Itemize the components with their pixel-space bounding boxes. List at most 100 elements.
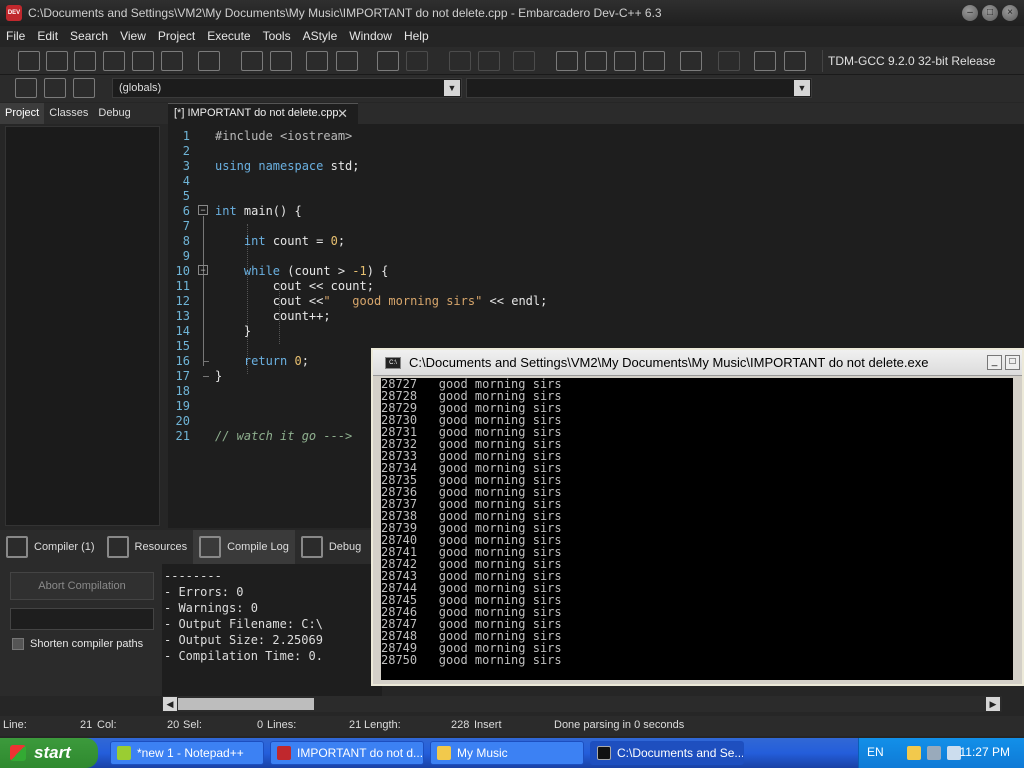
console-line: 28750 good morning sirs [381,653,562,667]
language-indicator[interactable]: EN [867,745,884,759]
menu-edit[interactable]: Edit [31,26,64,47]
profile-icon[interactable] [754,51,776,71]
task-devcpp[interactable]: IMPORTANT do not d... [270,741,424,765]
folder-icon [437,746,451,760]
fold-end-mark [203,361,209,362]
menu-view[interactable]: View [114,26,152,47]
close-tab-icon[interactable]: ✕ [337,104,348,123]
code-line-6: int main() { [215,204,302,218]
class-toolbar: (globals) ▼ ▼ [0,75,1024,102]
save-icon[interactable] [74,51,96,71]
replace-icon[interactable] [270,51,292,71]
new-file-icon[interactable] [18,51,40,71]
console-icon [597,746,611,760]
open-file-icon[interactable] [46,51,68,71]
restore-button[interactable]: □ [982,5,998,21]
console-output[interactable]: 28727 good morning sirs 28728 good mornin… [381,378,1013,680]
compile-run-icon[interactable] [614,51,636,71]
goto-bookmark-icon[interactable] [73,78,95,98]
save-all-icon[interactable] [103,51,125,71]
console-minimize-button[interactable]: _ [987,355,1002,370]
find-icon[interactable] [241,51,263,71]
task-notepadpp[interactable]: *new 1 - Notepad++ [110,741,264,765]
scroll-right-icon[interactable]: ▶ [986,697,1000,711]
resources-icon [106,536,129,558]
code-line-21: // watch it go ---> [215,429,353,443]
stop-execution-icon[interactable] [718,51,740,71]
undo-icon[interactable] [377,51,399,71]
close-all-icon[interactable] [161,51,183,71]
console-maximize-button[interactable]: □ [1005,355,1020,370]
line-number: 13 [175,309,190,323]
menu-execute[interactable]: Execute [201,26,256,47]
console-window[interactable]: C:\ C:\Documents and Settings\VM2\My Doc… [371,348,1024,686]
window-title: C:\Documents and Settings\VM2\My Documen… [28,6,662,20]
menu-window[interactable]: Window [343,26,398,47]
shorten-paths-checkbox[interactable] [12,638,24,650]
bar-chart-icon [199,536,222,558]
chevron-down-icon[interactable]: ▼ [794,80,810,96]
menu-file[interactable]: File [0,26,31,47]
insert-icon[interactable] [15,78,37,98]
tab-compile-log[interactable]: Compile Log [193,530,295,564]
clock[interactable]: 11:27 PM [960,745,1010,759]
tab-debug[interactable]: Debug [93,103,135,124]
toggle-bookmark-icon[interactable] [336,51,358,71]
print-icon[interactable] [198,51,220,71]
task-my-music[interactable]: My Music [430,741,584,765]
main-toolbar: TDM-GCC 9.2.0 32-bit Release [0,47,1024,75]
shorten-paths-option[interactable]: Shorten compiler paths [12,638,143,650]
close-button[interactable]: × [1002,5,1018,21]
compiler-set-select[interactable]: TDM-GCC 9.2.0 32-bit Release [822,50,1018,72]
goto-line-icon[interactable] [306,51,328,71]
tab-debug-bottom[interactable]: Debug [295,530,367,564]
dev-cpp-window: DEV C:\Documents and Settings\VM2\My Doc… [0,0,1024,768]
task-console[interactable]: C:\Documents and Se... [590,741,744,765]
scroll-left-icon[interactable]: ◀ [163,697,177,711]
delete-profile-icon[interactable] [784,51,806,71]
start-button[interactable]: start [0,738,98,768]
rebuild-all-icon[interactable] [643,51,665,71]
member-dropdown[interactable]: ▼ [466,78,812,98]
fold-toggle-icon[interactable]: − [198,265,208,275]
console-title-bar[interactable]: C:\ C:\Documents and Settings\VM2\My Doc… [373,350,1022,376]
menu-tools[interactable]: Tools [257,26,297,47]
scrollbar-thumb[interactable] [178,698,314,710]
tab-compile-log-label: Compile Log [227,541,289,553]
scope-dropdown[interactable]: (globals) ▼ [112,78,462,98]
close-file-icon[interactable] [132,51,154,71]
abort-compilation-button[interactable]: Abort Compilation [10,572,154,600]
line-number: 16 [175,354,190,368]
security-shield-icon[interactable] [907,746,921,760]
chevron-down-icon[interactable]: ▼ [444,80,460,96]
bookmark-icon[interactable] [44,78,66,98]
tab-classes[interactable]: Classes [44,103,93,124]
menu-project[interactable]: Project [152,26,201,47]
code-line-16: return 0; [243,354,309,368]
tab-project[interactable]: Project [0,103,45,124]
line-number: 9 [182,249,190,263]
run-icon[interactable] [585,51,607,71]
add-to-project-icon[interactable] [478,51,500,71]
editor-file-tab[interactable]: [*] IMPORTANT do not delete.cpp ✕ [168,103,358,124]
fold-toggle-icon[interactable]: − [198,205,208,215]
redo-icon[interactable] [406,51,428,71]
compile-log[interactable]: -------- - Errors: 0 - Warnings: 0 - Out… [162,564,382,696]
line-number: 3 [182,159,190,173]
tab-resources[interactable]: Resources [101,530,194,564]
compile-icon[interactable] [556,51,578,71]
menu-search[interactable]: Search [64,26,114,47]
network-icon[interactable] [927,746,941,760]
syntax-check-icon[interactable] [680,51,702,71]
new-project-icon[interactable] [449,51,471,71]
task-label: IMPORTANT do not d... [297,746,424,760]
project-tree[interactable] [5,126,160,526]
bottom-panel-tabs: Compiler (1) Resources Compile Log Debug [0,530,380,564]
tab-compiler[interactable]: Compiler (1) [0,530,101,564]
line-number: 11 [175,279,190,293]
project-options-icon[interactable] [513,51,535,71]
minimize-button[interactable]: – [962,5,978,21]
horizontal-scrollbar[interactable]: ◀ ▶ [162,696,1002,712]
menu-astyle[interactable]: AStyle [297,26,344,47]
menu-help[interactable]: Help [398,26,435,47]
